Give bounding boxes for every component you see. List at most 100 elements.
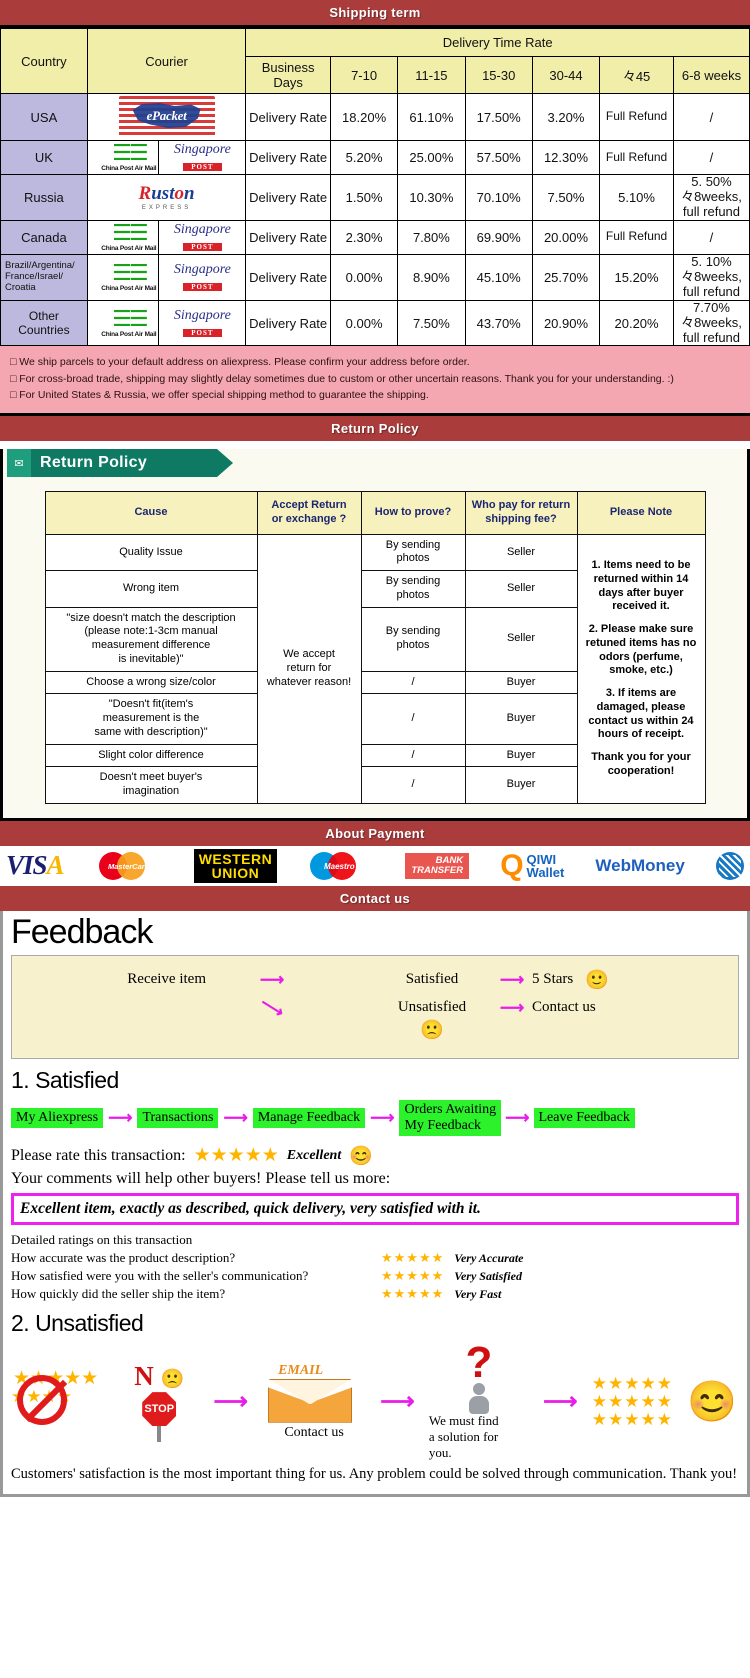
rp-prove: / — [360, 743, 466, 768]
shipping-note: We ship parcels to your default address … — [10, 354, 740, 370]
visa-logo: VISA — [6, 850, 65, 881]
feedback-title: Feedback — [11, 912, 153, 951]
rate-value: 2.30% — [329, 219, 399, 255]
table-row: UK ☰☰ China Post Air Mail Singapore POST D… — [0, 140, 750, 175]
arrow-right-icon: ⟶ — [108, 1107, 133, 1127]
ruston-express-icon: Ruston EXPRESS — [138, 183, 195, 212]
rate-value: 5.10% — [599, 174, 674, 221]
step-transactions[interactable]: Transactions — [137, 1107, 219, 1128]
band-return-policy: Return Policy — [0, 416, 750, 442]
qiwi-line-1: QIWI — [526, 851, 557, 867]
row-country: UK — [0, 140, 88, 175]
payment-methods-row: VISA MasterCard WESTERN UNION Maestro BA… — [0, 845, 750, 886]
rp-note-line: 1. Items need to be returned within 14 d… — [591, 559, 691, 613]
step-orders-awaiting-my-feedback[interactable]: Orders Awaiting My Feedback — [399, 1099, 502, 1136]
header-col-0: 7-10 — [329, 56, 399, 94]
courier-logo-cell: ePacket — [86, 93, 247, 141]
rp-who-pays: Seller — [464, 533, 578, 572]
detail-stars[interactable]: ★★★★★ — [381, 1285, 444, 1303]
rate-value: Full Refund — [599, 140, 674, 175]
rp-cause: Wrong item — [44, 570, 258, 608]
no-label: N — [134, 1361, 154, 1392]
bt-line-2: TRANSFER — [411, 864, 464, 876]
rp-note-line: Thank you for your cooperation! — [591, 751, 691, 777]
no-stars-icon: ★★★★★ ★★★★ — [11, 1369, 105, 1435]
rate-label: Delivery Rate — [245, 219, 331, 255]
flow-contact-us: Contact us — [532, 999, 596, 1016]
rate-value: 0.00% — [329, 253, 399, 301]
china-post-air-mail-icon: ☰☰ China Post Air Mail — [101, 306, 157, 338]
rate-value: 0.00% — [329, 299, 399, 347]
rate-value: 18.20% — [329, 93, 399, 141]
rate-label: Delivery Rate — [245, 299, 331, 347]
step-leave-feedback[interactable]: Leave Feedback — [533, 1107, 635, 1128]
header-courier: Courier — [86, 28, 247, 94]
arrow-right-icon: ⟶ — [505, 1107, 530, 1127]
row-country: USA — [0, 93, 88, 141]
detail-question: How satisfied were you with the seller's… — [11, 1268, 309, 1284]
rate-prompt: Please rate this transaction: — [11, 1146, 186, 1164]
rp-cause: Quality Issue — [44, 533, 258, 572]
courier-logo-cell: ☰☰ China Post Air Mail — [86, 253, 160, 301]
detail-value: Very Satisfied — [454, 1268, 522, 1283]
qiwi-mark-icon: Q — [500, 848, 524, 882]
arrow-right-icon: ⟶ — [380, 1388, 415, 1416]
singapore-post-icon: Singapore POST — [173, 261, 231, 291]
rate-value: Full Refund — [599, 219, 674, 255]
header-col-2: 15-30 — [464, 56, 533, 94]
step-manage-feedback[interactable]: Manage Feedback — [252, 1107, 366, 1128]
detail-value: Very Fast — [454, 1287, 502, 1302]
list-item: How satisfied were you with the seller's… — [11, 1267, 739, 1285]
rate-label: Delivery Rate — [245, 174, 331, 221]
feedback-section: Feedback Receive item ⟶ Satisfied ⟶ 5 St… — [0, 910, 750, 1498]
detail-stars[interactable]: ★★★★★ — [381, 1267, 444, 1285]
rate-value: 7.50% — [397, 299, 466, 347]
header-business-days: Business Days — [245, 56, 331, 94]
rp-header-note: Please Note — [576, 491, 706, 535]
maestro-logo: Maestro — [308, 850, 374, 882]
rate-value: Full Refund — [599, 93, 674, 141]
return-policy-ribbon: ✉ Return Policy — [7, 449, 233, 478]
singapore-post-icon: Singapore POST — [173, 221, 231, 251]
shipping-note: For cross-broad trade, shipping may slig… — [10, 371, 740, 387]
envelope-icon: ✉ — [7, 449, 31, 478]
shipping-notes: We ship parcels to your default address … — [0, 346, 750, 414]
rating-stars[interactable]: ★★★★★ — [194, 1144, 279, 1167]
rate-value: 10.30% — [397, 174, 466, 221]
sad-face-icon: 🙁 — [420, 1019, 444, 1041]
rp-note-line: 2. Please make sure retuned items has no… — [585, 623, 697, 677]
qiwi-wallet-logo: Q QIWI Wallet — [500, 848, 564, 882]
header-country: Country — [0, 28, 88, 94]
header-col-5: 6-8 weeks — [672, 56, 750, 94]
courier-logo-cell: ☰☰ China Post Air Mail — [86, 299, 160, 347]
rate-value: 25.70% — [531, 253, 601, 301]
detailed-ratings: Detailed ratings on this transaction How… — [11, 1231, 739, 1304]
rp-prove: By sending photos — [360, 533, 466, 572]
arrow-right-icon: ⟶ — [499, 997, 525, 1017]
header-col-1: 11-15 — [397, 56, 466, 94]
detail-stars[interactable]: ★★★★★ — [381, 1249, 444, 1267]
western-union-logo: WESTERN UNION — [193, 848, 278, 883]
rate-value: 57.50% — [464, 140, 533, 175]
rate-transaction-row: Please rate this transaction: ★★★★★ Exce… — [11, 1144, 739, 1168]
unsatisfied-flow: ★★★★★ ★★★★ N 🙁 STOP ⟶ EMAIL Contact us ⟶… — [11, 1340, 737, 1461]
courier-logo-cell: ☰☰ China Post Air Mail — [86, 140, 160, 175]
rate-value: 70.10% — [464, 174, 533, 221]
step-my-aliexpress[interactable]: My Aliexpress — [11, 1107, 104, 1128]
comment-textarea[interactable]: Excellent item, exactly as described, qu… — [11, 1192, 739, 1225]
band-shipping-term: Shipping term — [0, 0, 750, 25]
webmoney-globe-icon — [715, 851, 744, 880]
detail-value: Very Accurate — [454, 1250, 524, 1265]
stars-block: ★★★★★ — [591, 1391, 673, 1411]
contact-us-caption: Contact us — [284, 1424, 344, 1440]
rate-value: 1.50% — [329, 174, 399, 221]
rate-value: 20.90% — [531, 299, 601, 347]
courier-logo-cell: ☰☰ China Post Air Mail — [86, 219, 160, 255]
table-row: Other Countries ☰☰ China Post Air Mail Si… — [0, 299, 750, 347]
header-col-4: 々45 — [599, 56, 674, 94]
return-policy-section: ✉ Return Policy Cause Accept Return or e… — [0, 449, 750, 821]
feedback-flow-diagram: Receive item ⟶ Satisfied ⟶ 5 Stars 🙂 ⟶ U… — [11, 954, 739, 1059]
big-smiley-icon: 😊 — [687, 1380, 737, 1425]
mastercard-logo: MasterCard — [95, 850, 163, 882]
comment-prompt: Your comments will help other buyers! Pl… — [11, 1169, 391, 1187]
